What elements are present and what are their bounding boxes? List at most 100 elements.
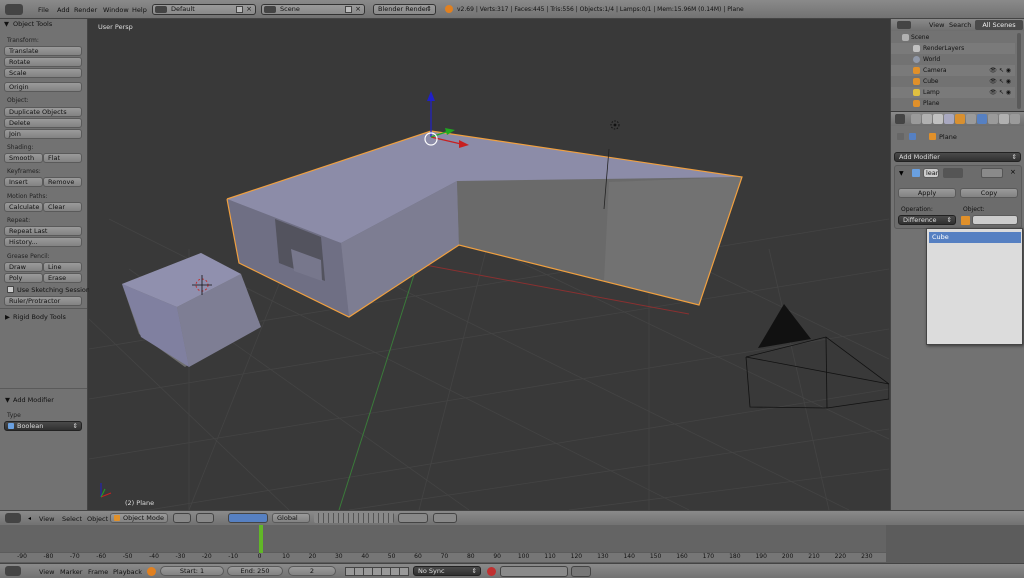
- visibility-icon[interactable]: 👁 ↖ ◉: [989, 65, 1011, 76]
- menu-playback[interactable]: Playback: [113, 568, 142, 576]
- snap-icon[interactable]: [398, 513, 428, 523]
- add-scene-icon[interactable]: [345, 6, 352, 13]
- editor-type-icon[interactable]: [897, 21, 911, 29]
- modifiers-tab-icon[interactable]: [977, 114, 987, 124]
- rotate-button[interactable]: Rotate: [4, 57, 82, 67]
- world-tab-icon[interactable]: [944, 114, 954, 124]
- sketching-checkbox[interactable]: [7, 286, 14, 293]
- remove-modifier-icon[interactable]: ×: [1010, 168, 1016, 176]
- texture-tab-icon[interactable]: [1010, 114, 1020, 124]
- expand-triangle-icon[interactable]: ▶: [5, 313, 10, 321]
- outliner-item-world[interactable]: World: [891, 54, 1015, 65]
- data-tab-icon[interactable]: [988, 114, 998, 124]
- outliner-tab-all-scenes[interactable]: All Scenes: [975, 20, 1023, 30]
- outliner-item-camera[interactable]: Camera 👁 ↖ ◉: [891, 65, 1015, 76]
- manipulator-toggles-icon[interactable]: [228, 513, 268, 523]
- dropdown-item-cube[interactable]: Cube: [929, 232, 1021, 243]
- object-tab-icon[interactable]: [955, 114, 965, 124]
- editor-type-icon[interactable]: [895, 114, 905, 124]
- rigid-body-tools-panel[interactable]: Rigid Body Tools: [13, 313, 66, 321]
- ruler-protractor-button[interactable]: Ruler/Protractor: [4, 296, 82, 306]
- editor-type-icon[interactable]: [5, 513, 21, 523]
- menu-frame[interactable]: Frame: [88, 568, 108, 576]
- duplicate-objects-button[interactable]: Duplicate Objects: [4, 107, 82, 117]
- start-frame-field[interactable]: Start: 1: [160, 566, 224, 576]
- menu-marker[interactable]: Marker: [60, 568, 82, 576]
- line-button[interactable]: Line: [43, 262, 82, 272]
- plane-object[interactable]: [226, 130, 743, 318]
- menu-file[interactable]: File: [38, 6, 49, 14]
- render-layers-tab-icon[interactable]: [922, 114, 932, 124]
- scene-tab-icon[interactable]: [933, 114, 943, 124]
- mode-selector[interactable]: Object Mode: [110, 513, 168, 523]
- pivot-point-icon[interactable]: [196, 513, 214, 523]
- history-button[interactable]: History...: [4, 237, 82, 247]
- collapse-triangle-icon[interactable]: ▼: [5, 396, 10, 404]
- collapse-menus-icon[interactable]: ◂: [28, 515, 31, 522]
- collapse-triangle-icon[interactable]: ▼: [899, 170, 904, 177]
- menu-select[interactable]: Select: [62, 515, 82, 523]
- menu-view[interactable]: View: [39, 568, 54, 576]
- outliner-tab-search[interactable]: Search: [949, 21, 971, 29]
- join-button[interactable]: Join: [4, 129, 82, 139]
- playback-controls-icon[interactable]: [345, 567, 409, 576]
- collapse-triangle-icon[interactable]: ▼: [4, 20, 9, 28]
- object-field[interactable]: [972, 215, 1018, 225]
- preview-range-icon[interactable]: [147, 567, 156, 576]
- layer-buttons[interactable]: [314, 513, 394, 523]
- display-toggle-icons[interactable]: [943, 168, 963, 178]
- operation-selector[interactable]: Difference ⇕: [898, 215, 956, 225]
- insert-keyframe-button[interactable]: Insert: [4, 177, 43, 187]
- modifier-name-field[interactable]: lean: [923, 168, 939, 178]
- outliner-item-plane[interactable]: Plane: [891, 98, 1015, 110]
- frame-ruler[interactable]: -90 -80 -70 -60 -50 -40 -30 -20 -10 0 10 20 30 40 50 60…: [0, 553, 886, 562]
- modifier-type-selector[interactable]: Boolean ⇕: [4, 421, 82, 431]
- menu-window[interactable]: Window: [103, 6, 129, 14]
- keyframe-insert-icon[interactable]: [571, 566, 591, 577]
- scene-selector[interactable]: Scene ×: [261, 4, 365, 15]
- repeat-last-button[interactable]: Repeat Last: [4, 226, 82, 236]
- timeline-track[interactable]: [0, 525, 886, 552]
- draw-button[interactable]: Draw: [4, 262, 43, 272]
- move-updown-icon[interactable]: [981, 168, 1003, 178]
- end-frame-field[interactable]: End: 250: [227, 566, 283, 576]
- add-layout-icon[interactable]: [236, 6, 243, 13]
- visibility-icon[interactable]: 👁 ↖ ◉: [989, 87, 1011, 98]
- scale-button[interactable]: Scale: [4, 68, 82, 78]
- delete-button[interactable]: Delete: [4, 118, 82, 128]
- current-frame-field[interactable]: 2: [288, 566, 336, 576]
- render-tab-icon[interactable]: [911, 114, 921, 124]
- material-tab-icon[interactable]: [999, 114, 1009, 124]
- poly-button[interactable]: Poly: [4, 273, 43, 283]
- erase-button[interactable]: Erase: [43, 273, 82, 283]
- remove-keyframe-button[interactable]: Remove: [43, 177, 82, 187]
- render-engine-selector[interactable]: Blender Render ⇕: [373, 4, 436, 15]
- record-icon[interactable]: [487, 567, 496, 576]
- outliner-item-lamp[interactable]: Lamp 👁 ↖ ◉: [891, 87, 1015, 98]
- outliner-item-renderlayers[interactable]: RenderLayers: [891, 43, 1015, 54]
- z-arrow-icon[interactable]: [427, 91, 435, 101]
- timeline-editor[interactable]: -90 -80 -70 -60 -50 -40 -30 -20 -10 0 10 20 30 40 50 60…: [0, 525, 1024, 563]
- 3d-viewport[interactable]: User Persp (2) Plane: [89, 19, 889, 510]
- cube-object[interactable]: [122, 253, 261, 367]
- flat-button[interactable]: Flat: [43, 153, 82, 163]
- translate-button[interactable]: Translate: [4, 46, 82, 56]
- apply-button[interactable]: Apply: [898, 188, 956, 198]
- editor-type-icon[interactable]: [5, 4, 23, 15]
- sync-mode-selector[interactable]: No Sync ⇕: [413, 566, 481, 576]
- menu-help[interactable]: Help: [132, 6, 147, 14]
- menu-view[interactable]: View: [39, 515, 54, 523]
- viewport-canvas[interactable]: [89, 19, 889, 510]
- visibility-icon[interactable]: 👁 ↖ ◉: [989, 76, 1011, 87]
- outliner-tab-view[interactable]: View: [929, 21, 944, 29]
- outliner-scrollbar[interactable]: [1017, 33, 1021, 109]
- keying-set-field[interactable]: [500, 566, 568, 577]
- smooth-button[interactable]: Smooth: [4, 153, 43, 163]
- menu-object[interactable]: Object: [87, 515, 108, 523]
- calculate-button[interactable]: Calculate: [4, 202, 43, 212]
- clear-button[interactable]: Clear: [43, 202, 82, 212]
- viewport-shading-icon[interactable]: [173, 513, 191, 523]
- transform-orientation-selector[interactable]: Global: [272, 513, 310, 523]
- menu-render[interactable]: Render: [74, 6, 97, 14]
- origin-button[interactable]: Origin: [4, 82, 82, 92]
